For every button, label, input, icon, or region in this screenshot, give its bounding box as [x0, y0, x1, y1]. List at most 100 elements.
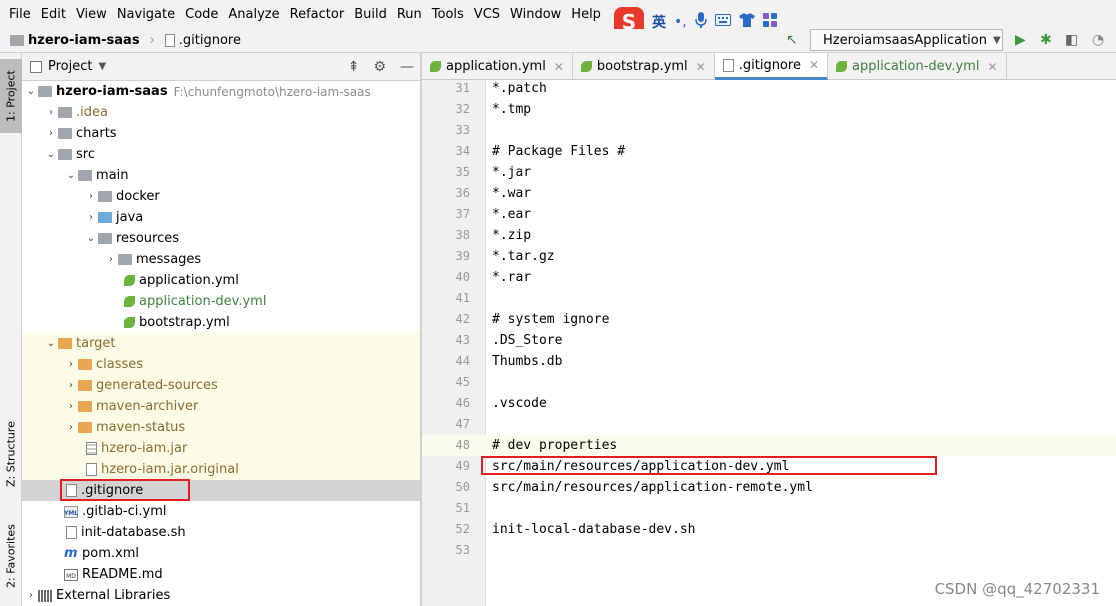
line-number[interactable]: 47 — [422, 414, 470, 435]
menu-window[interactable]: Window — [505, 0, 566, 29]
menu-file[interactable]: File — [4, 0, 36, 29]
tree-item-src[interactable]: ⌄ src — [22, 144, 420, 165]
menu-build[interactable]: Build — [349, 0, 392, 29]
menu-edit[interactable]: Edit — [36, 0, 71, 29]
profile-icon[interactable]: ◔ — [1092, 32, 1104, 48]
line-number[interactable]: 51 — [422, 498, 470, 519]
tree-item-gitignore[interactable]: .gitignore — [22, 480, 420, 501]
code-line[interactable]: *.tar.gz — [486, 246, 1116, 267]
chevron-down-icon[interactable]: ▼ — [98, 61, 106, 72]
tree-item-messages[interactable]: › messages — [22, 249, 420, 270]
tree-item-resources[interactable]: ⌄ resources — [22, 228, 420, 249]
tree-item-root[interactable]: ⌄ hzero-iam-saas F:\chunfengmoto\hzero-i… — [22, 81, 420, 102]
tree-item-main[interactable]: ⌄ main — [22, 165, 420, 186]
code-line[interactable]: .vscode — [486, 393, 1116, 414]
run-icon[interactable]: ▶ — [1015, 32, 1026, 48]
code-line[interactable] — [486, 498, 1116, 519]
line-number[interactable]: 40 — [422, 267, 470, 288]
menu-run[interactable]: Run — [392, 0, 427, 29]
line-number[interactable]: 32 — [422, 99, 470, 120]
code-line[interactable] — [486, 288, 1116, 309]
line-number[interactable]: 33 — [422, 120, 470, 141]
chevron-right-icon[interactable]: › — [44, 107, 58, 118]
line-number[interactable]: 49 — [422, 456, 470, 477]
line-number[interactable]: 43 — [422, 330, 470, 351]
close-icon[interactable]: ✕ — [987, 60, 997, 74]
code-line[interactable]: # system ignore — [486, 309, 1116, 330]
tree-item-target[interactable]: ⌄ target — [22, 333, 420, 354]
menu-tools[interactable]: Tools — [427, 0, 469, 29]
line-number[interactable]: 36 — [422, 183, 470, 204]
project-tool-tab[interactable]: 1: Project — [0, 59, 22, 133]
chevron-right-icon[interactable]: › — [64, 422, 78, 433]
tab-gitignore[interactable]: .gitignore ✕ — [714, 53, 829, 80]
code-line[interactable]: src/main/resources/application-remote.ym… — [486, 477, 1116, 498]
tree-item-java[interactable]: › java — [22, 207, 420, 228]
line-number[interactable]: 46 — [422, 393, 470, 414]
code-line[interactable]: *.zip — [486, 225, 1116, 246]
tree-item-hzero-iam-jar-original[interactable]: hzero-iam.jar.original — [22, 459, 420, 480]
line-number[interactable]: 50 — [422, 477, 470, 498]
line-number[interactable]: 45 — [422, 372, 470, 393]
code-line[interactable]: src/main/resources/application-dev.yml — [486, 456, 1116, 477]
tree-item-external-libraries[interactable]: › External Libraries — [22, 585, 420, 606]
chevron-down-icon[interactable]: ⌄ — [84, 233, 98, 244]
tree-item-charts[interactable]: › charts — [22, 123, 420, 144]
line-number[interactable]: 44 — [422, 351, 470, 372]
line-number[interactable]: 41 — [422, 288, 470, 309]
code-line[interactable] — [486, 414, 1116, 435]
tree-item-classes[interactable]: › classes — [22, 354, 420, 375]
code-line[interactable]: .DS_Store — [486, 330, 1116, 351]
menu-help[interactable]: Help — [566, 0, 606, 29]
chevron-right-icon[interactable]: › — [24, 590, 38, 601]
chevron-right-icon[interactable]: › — [64, 359, 78, 370]
menu-analyze[interactable]: Analyze — [223, 0, 284, 29]
line-number[interactable]: 38 — [422, 225, 470, 246]
hide-panel-icon[interactable]: — — [400, 59, 414, 75]
tree-item-generated-sources[interactable]: › generated-sources — [22, 375, 420, 396]
tree-item-readme-md[interactable]: MD README.md — [22, 564, 420, 585]
code-line[interactable] — [486, 540, 1116, 561]
ime-punctuation-toggle[interactable]: •, — [674, 14, 687, 30]
tree-item-hzero-iam-jar[interactable]: hzero-iam.jar — [22, 438, 420, 459]
run-configuration-select[interactable]: HzeroiamsaasApplication ▼ — [810, 29, 1003, 51]
keyboard-icon[interactable] — [714, 14, 731, 30]
chevron-down-icon[interactable]: ⌄ — [44, 338, 58, 349]
line-number[interactable]: 35 — [422, 162, 470, 183]
tree-item-pom-xml[interactable]: m pom.xml — [22, 543, 420, 564]
code-line[interactable]: *.ear — [486, 204, 1116, 225]
line-number[interactable]: 39 — [422, 246, 470, 267]
line-number[interactable]: 52 — [422, 519, 470, 540]
menu-navigate[interactable]: Navigate — [112, 0, 180, 29]
close-icon[interactable]: ✕ — [809, 58, 819, 72]
line-number[interactable]: 34 — [422, 141, 470, 162]
chevron-down-icon[interactable]: ⌄ — [24, 86, 38, 97]
tree-item-init-database-sh[interactable]: init-database.sh — [22, 522, 420, 543]
code-line[interactable] — [486, 120, 1116, 141]
menu-view[interactable]: View — [71, 0, 112, 29]
tree-item-docker[interactable]: › docker — [22, 186, 420, 207]
menu-code[interactable]: Code — [180, 0, 223, 29]
favorites-tool-tab[interactable]: 2: Favorites — [0, 513, 22, 599]
tab-application-yml[interactable]: application.yml ✕ — [422, 53, 573, 80]
code-line[interactable]: # Package Files # — [486, 141, 1116, 162]
chevron-right-icon[interactable]: › — [84, 212, 98, 223]
tree-item-application-yml[interactable]: application.yml — [22, 270, 420, 291]
tab-application-dev-yml[interactable]: application-dev.yml ✕ — [828, 53, 1007, 80]
close-icon[interactable]: ✕ — [554, 60, 564, 74]
line-number[interactable]: 31 — [422, 78, 470, 99]
line-number[interactable]: 48 — [422, 435, 470, 456]
close-icon[interactable]: ✕ — [696, 60, 706, 74]
tree-item-application-dev-yml[interactable]: application-dev.yml — [22, 291, 420, 312]
code-line[interactable]: *.tmp — [486, 99, 1116, 120]
chevron-right-icon[interactable]: › — [64, 401, 78, 412]
chevron-right-icon[interactable]: › — [44, 128, 58, 139]
menu-refactor[interactable]: Refactor — [285, 0, 350, 29]
code-line[interactable]: *.rar — [486, 267, 1116, 288]
menu-vcs[interactable]: VCS — [469, 0, 505, 29]
code-line[interactable]: *.patch — [486, 78, 1116, 99]
code-line[interactable] — [486, 372, 1116, 393]
coverage-icon[interactable]: ◧ — [1065, 32, 1078, 48]
chevron-right-icon[interactable]: › — [84, 191, 98, 202]
debug-icon[interactable]: ✱ — [1040, 32, 1052, 48]
